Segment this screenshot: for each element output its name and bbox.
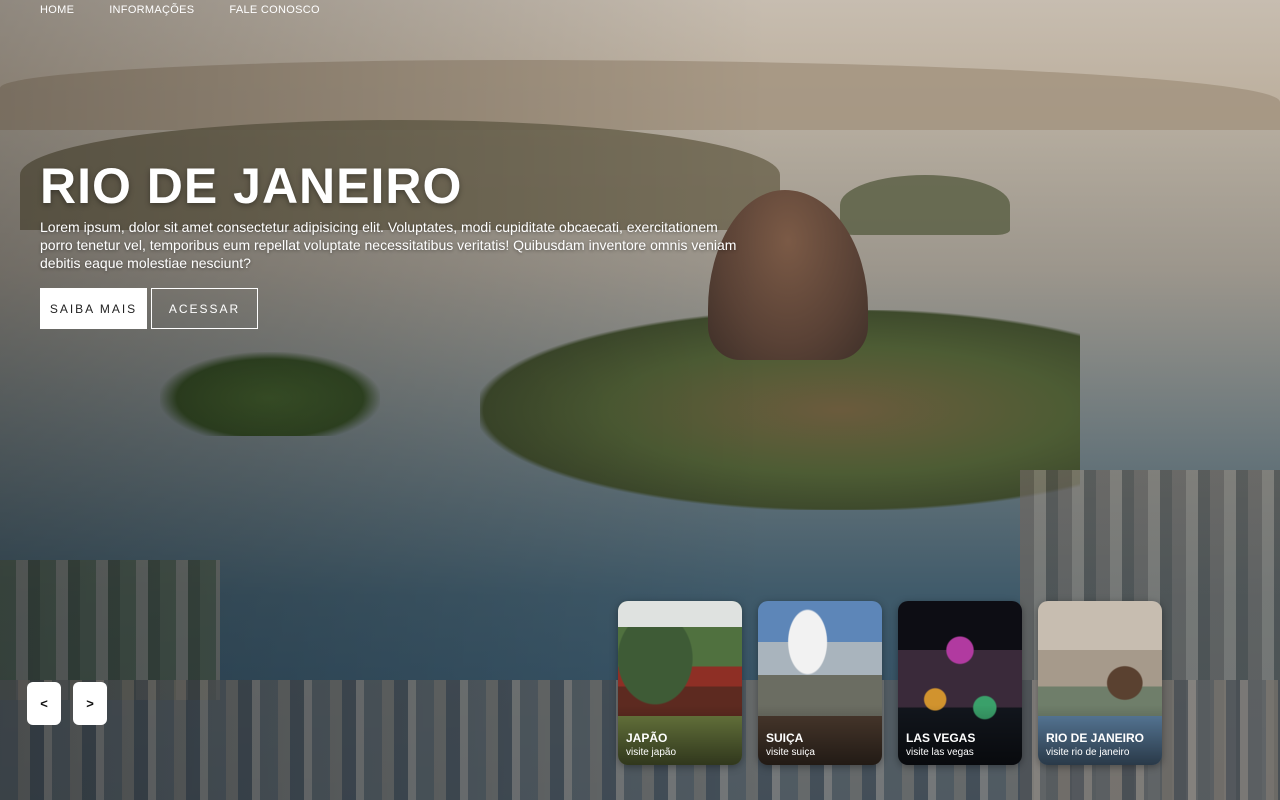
- card-subtitle: visite suiça: [766, 747, 815, 758]
- card-suica[interactable]: SUIÇA visite suiça: [758, 601, 882, 765]
- destination-cards: JAPÃO visite japão SUIÇA visite suiça LA…: [618, 601, 1162, 765]
- nav-contact-link[interactable]: FALE CONOSCO: [229, 4, 319, 16]
- card-japan[interactable]: JAPÃO visite japão: [618, 601, 742, 765]
- nav-home-link[interactable]: HOME: [40, 4, 74, 16]
- card-title: SUIÇA: [766, 731, 804, 745]
- card-las-vegas[interactable]: LAS VEGAS visite las vegas: [898, 601, 1022, 765]
- acessar-button[interactable]: ACESSAR: [151, 288, 258, 329]
- card-subtitle: visite las vegas: [906, 747, 974, 758]
- hero-buttons: SAIBA MAIS ACESSAR: [40, 288, 740, 329]
- card-title: RIO DE JANEIRO: [1046, 731, 1145, 745]
- top-nav: HOME INFORMAÇÕES FALE CONOSCO: [40, 4, 320, 16]
- card-subtitle: visite rio de janeiro: [1046, 747, 1130, 758]
- hero-title: RIO DE JANEIRO: [40, 158, 463, 214]
- card-subtitle: visite japão: [626, 747, 677, 758]
- hero-content: RIO DE JANEIRO Lorem ipsum, dolor sit am…: [40, 156, 740, 329]
- saiba-mais-button[interactable]: SAIBA MAIS: [40, 288, 147, 329]
- card-rio-de-janeiro[interactable]: RIO DE JANEIRO visite rio de janeiro: [1038, 601, 1162, 765]
- prev-slide-button[interactable]: <: [27, 682, 61, 725]
- card-title: LAS VEGAS: [906, 731, 976, 745]
- card-title: JAPÃO: [626, 731, 668, 745]
- next-slide-button[interactable]: >: [73, 682, 107, 725]
- slider-controls: < >: [27, 682, 107, 725]
- hero-description: Lorem ipsum, dolor sit amet consectetur …: [40, 219, 737, 271]
- nav-info-link[interactable]: INFORMAÇÕES: [109, 4, 194, 16]
